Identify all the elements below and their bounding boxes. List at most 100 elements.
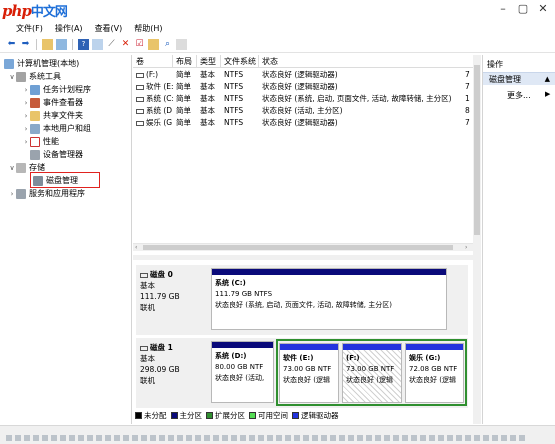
partition-size: 73.00 GB NTF — [283, 365, 332, 373]
tree-item-task-scheduler[interactable]: › 任务计划程序 — [22, 83, 91, 96]
partition-f[interactable]: (F:) 73.00 GB NTF 状态良好 (逻辑 — [342, 343, 402, 403]
tree-item-event-viewer[interactable]: › 事件查看器 — [22, 96, 83, 109]
toolbar-separator — [72, 39, 73, 50]
expand-right-icon[interactable]: › — [22, 125, 30, 133]
clock-icon — [30, 84, 40, 95]
disk-1-row: 磁盘 1 基本 298.09 GB 联机 系统 (D:) 80.00 GB NT… — [136, 338, 468, 408]
tree-item-local-users[interactable]: › 本地用户和组 — [22, 122, 91, 135]
scroll-thumb[interactable] — [143, 245, 453, 250]
menu-action[interactable]: 操作(A) — [49, 22, 89, 36]
menu-file[interactable]: 文件(F) — [10, 22, 49, 36]
operations-title: 操作 — [487, 60, 503, 69]
wand-icon[interactable]: ⟋ — [106, 39, 117, 50]
col-volume[interactable]: 卷 — [133, 55, 173, 68]
expand-right-icon[interactable]: › — [22, 138, 30, 146]
col-filesystem[interactable]: 文件系统 — [221, 55, 259, 68]
operations-section[interactable]: 磁盘管理 ▲ — [483, 72, 555, 85]
disk-kind: 基本 — [140, 354, 155, 363]
partition-size: 73.00 GB NTF — [346, 365, 395, 373]
status-bar — [0, 425, 555, 444]
properties-icon[interactable] — [92, 39, 103, 50]
computer-icon — [4, 58, 14, 69]
col-type[interactable]: 类型 — [197, 55, 221, 68]
table-row[interactable]: (F:) 简单 基本 NTFS 状态良好 (逻辑驱动器) 7 — [133, 69, 473, 81]
menu-help[interactable]: 帮助(H) — [128, 22, 168, 36]
expand-right-icon[interactable]: › — [22, 99, 30, 107]
more-actions[interactable]: 更多... ▶ — [507, 90, 550, 101]
expand-right-icon[interactable]: › — [8, 190, 16, 198]
view-icon[interactable] — [176, 39, 187, 50]
up-folder-icon[interactable] — [42, 39, 53, 50]
expand-right-icon[interactable]: › — [22, 112, 30, 120]
show-tree-icon[interactable] — [56, 39, 67, 50]
search-icon[interactable]: ⌕ — [162, 39, 173, 50]
partition-d[interactable]: 系统 (D:) 80.00 GB NTF 状态良好 (活动, — [211, 341, 274, 403]
expand-down-icon[interactable]: ∨ — [8, 164, 16, 172]
table-row[interactable]: 娱乐 (G:) 简单 基本 NTFS 状态良好 (逻辑驱动器) 7 — [133, 117, 473, 129]
checklist-icon[interactable]: ☑ — [134, 39, 145, 50]
delete-icon[interactable]: ✕ — [120, 39, 131, 50]
vertical-scrollbar[interactable] — [473, 55, 481, 255]
legend: 未分配 主分区 扩展分区 可用空间 逻辑驱动器 — [133, 409, 473, 421]
tree-item-performance[interactable]: › 性能 — [22, 135, 59, 148]
cell-status: 状态良好 (逻辑驱动器) — [262, 70, 338, 79]
help-icon[interactable]: ? — [78, 39, 89, 50]
partition-e[interactable]: 软件 (E:) 73.00 GB NTF 状态良好 (逻辑 — [279, 343, 339, 403]
table-row[interactable]: 软件 (E:) 简单 基本 NTFS 状态良好 (逻辑驱动器) 7 — [133, 81, 473, 93]
legend-item: 主分区 — [170, 410, 202, 421]
collapse-up-icon[interactable]: ▲ — [545, 73, 550, 86]
close-icon[interactable]: ✕ — [535, 2, 551, 16]
cell-layout: 简单 — [176, 70, 191, 79]
back-arrow-icon[interactable]: ⬅ — [6, 39, 17, 50]
cell-fs: NTFS — [224, 118, 244, 127]
legend-swatch — [135, 411, 142, 419]
col-status[interactable]: 状态 — [259, 55, 473, 68]
cell-status: 状态良好 (逻辑驱动器) — [262, 118, 338, 127]
tree-item-root[interactable]: 计算机管理(本地) — [4, 57, 79, 70]
minimize-icon[interactable]: – — [495, 2, 511, 16]
scroll-thumb[interactable] — [474, 65, 480, 235]
tree-item-device-manager[interactable]: 设备管理器 — [30, 148, 83, 161]
partition-c[interactable]: 系统 (C:) 111.79 GB NTFS 状态良好 (系统, 启动, 页面文… — [211, 268, 447, 330]
expand-right-icon[interactable]: › — [22, 86, 30, 94]
partition-status: 状态良好 (活动, — [215, 374, 265, 382]
tree-item-system-tools[interactable]: ∨ 系统工具 — [8, 70, 61, 83]
disk-0-label[interactable]: 磁盘 0 基本 111.79 GB 联机 — [136, 265, 208, 335]
forward-arrow-icon[interactable]: ➡ — [20, 39, 31, 50]
horizontal-scrollbar[interactable]: ‹ › — [133, 243, 473, 251]
scroll-left-icon[interactable]: ‹ — [135, 244, 137, 251]
storage-icon — [16, 162, 26, 173]
table-row[interactable]: 系统 (D:) 简单 基本 NTFS 状态良好 (活动, 主分区) 8 — [133, 105, 473, 117]
cell-extra: 7 — [465, 82, 470, 91]
col-layout[interactable]: 布局 — [173, 55, 197, 68]
partition-g[interactable]: 娱乐 (G:) 72.08 GB NTF 状态良好 (逻辑 — [405, 343, 464, 403]
users-icon — [30, 123, 40, 134]
tree-item-services[interactable]: › 服务和应用程序 — [8, 187, 85, 200]
partition-status: 状态良好 (逻辑 — [283, 376, 330, 384]
disk-state: 联机 — [140, 303, 155, 312]
folder-icon[interactable] — [148, 39, 159, 50]
menu-view[interactable]: 查看(V) — [89, 22, 129, 36]
expand-down-icon[interactable]: ∨ — [8, 73, 16, 81]
disk-1-label[interactable]: 磁盘 1 基本 298.09 GB 联机 — [136, 338, 208, 408]
scroll-right-icon[interactable]: › — [465, 244, 467, 251]
partition-size: 111.79 GB NTFS — [215, 290, 273, 298]
tree-item-shared-folders[interactable]: › 共享文件夹 — [22, 109, 83, 122]
cell-status: 状态良好 (逻辑驱动器) — [262, 82, 338, 91]
toolbar-separator — [36, 39, 37, 50]
drive-icon — [136, 108, 144, 114]
table-row[interactable]: 系统 (C:) 简单 基本 NTFS 状态良好 (系统, 启动, 页面文件, 活… — [133, 93, 473, 105]
maximize-icon[interactable]: ▢ — [515, 2, 531, 16]
performance-icon — [30, 136, 40, 147]
partition-name: 软件 (E:) — [283, 354, 314, 362]
cell-extra: 7 — [465, 70, 470, 79]
cell-type: 基本 — [200, 70, 215, 79]
title-bar: php中文网 – ▢ ✕ — [0, 0, 555, 22]
legend-swatch — [249, 411, 256, 419]
drive-icon — [136, 72, 144, 78]
partition-size: 80.00 GB NTF — [215, 363, 264, 371]
partition-name: 系统 (D:) — [215, 352, 247, 360]
cell-fs: NTFS — [224, 70, 244, 79]
vertical-scrollbar[interactable] — [473, 260, 481, 424]
partition-name: 娱乐 (G:) — [409, 354, 441, 362]
